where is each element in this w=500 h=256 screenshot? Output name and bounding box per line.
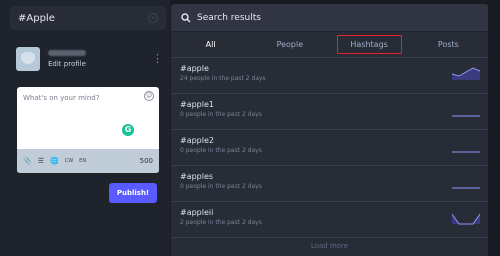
hashtag-name[interactable]: #appleii [180,208,479,217]
app-root: × Edit profile ⋮ ☺ G 📎 ☰ 🌐 CW EN 500 Pub… [0,0,500,256]
trend-sparkline [452,213,480,225]
clear-search-icon[interactable]: × [148,13,158,23]
trend-sparkline [452,115,480,117]
search-bar[interactable]: × [10,6,166,30]
hashtags-highlight-box [336,35,402,54]
compose-form: ☺ G 📎 ☰ 🌐 CW EN 500 [17,87,159,173]
tab-all[interactable]: All [171,32,250,57]
hashtag-usage: 0 people in the past 2 days [180,183,262,190]
hashtag-name[interactable]: #apple [180,64,479,73]
hashtag-name[interactable]: #apples [180,172,479,181]
hashtag-usage: 2 people in the past 2 days [180,219,262,226]
hashtag-row[interactable]: #apples 0 people in the past 2 days [171,166,488,202]
trend-sparkline [452,187,480,189]
trend-sparkline [452,151,480,153]
compose-toolbar: 📎 ☰ 🌐 CW EN 500 [17,149,159,173]
attach-media-icon[interactable]: 📎 [23,157,32,165]
hashtag-usage: 0 people in the past 2 days [180,111,262,118]
trend-sparkline [452,67,480,80]
tab-posts[interactable]: Posts [409,32,488,57]
visibility-globe-icon[interactable]: 🌐 [50,157,59,165]
hashtag-row[interactable]: #apple2 0 people in the past 2 days [171,130,488,166]
hashtag-row[interactable]: #apple1 0 people in the past 2 days [171,94,488,130]
search-results-header: Search results [171,4,488,32]
profile-name-redacted [48,50,86,56]
more-options-icon[interactable]: ⋮ [152,53,163,64]
edit-profile-link[interactable]: Edit profile [48,60,152,68]
poll-icon[interactable]: ☰ [38,157,44,165]
character-counter: 500 [139,157,153,165]
results-tabs: All People Hashtags Posts [171,32,488,58]
profile-card: Edit profile ⋮ [16,46,163,72]
tab-hashtags[interactable]: Hashtags [330,32,409,57]
hashtag-row[interactable]: #appleii 2 people in the past 2 days [171,202,488,238]
search-results-panel: Search results All People Hashtags Posts… [171,4,488,256]
search-icon [181,12,191,22]
language-button[interactable]: EN [79,158,86,164]
grammarly-icon[interactable]: G [122,124,134,136]
hashtag-list: #apple 24 people in the past 2 days #app… [171,58,488,238]
hashtag-name[interactable]: #apple1 [180,100,479,109]
hashtag-usage: 0 people in the past 2 days [180,147,262,154]
tab-people[interactable]: People [250,32,329,57]
emoji-picker-icon[interactable]: ☺ [144,91,154,101]
search-results-title: Search results [197,12,261,23]
hashtag-name[interactable]: #apple2 [180,136,479,145]
search-input[interactable] [18,12,148,24]
load-more-button[interactable]: Load more [171,238,488,250]
publish-button[interactable]: Publish! [109,183,157,203]
content-warning-button[interactable]: CW [65,158,73,164]
hashtag-usage: 24 people in the past 2 days [180,75,266,82]
compose-textarea[interactable] [17,87,159,143]
compose-column: × Edit profile ⋮ ☺ G 📎 ☰ 🌐 CW EN 500 Pub… [0,0,170,256]
avatar[interactable] [16,47,40,71]
hashtag-row[interactable]: #apple 24 people in the past 2 days [171,58,488,94]
